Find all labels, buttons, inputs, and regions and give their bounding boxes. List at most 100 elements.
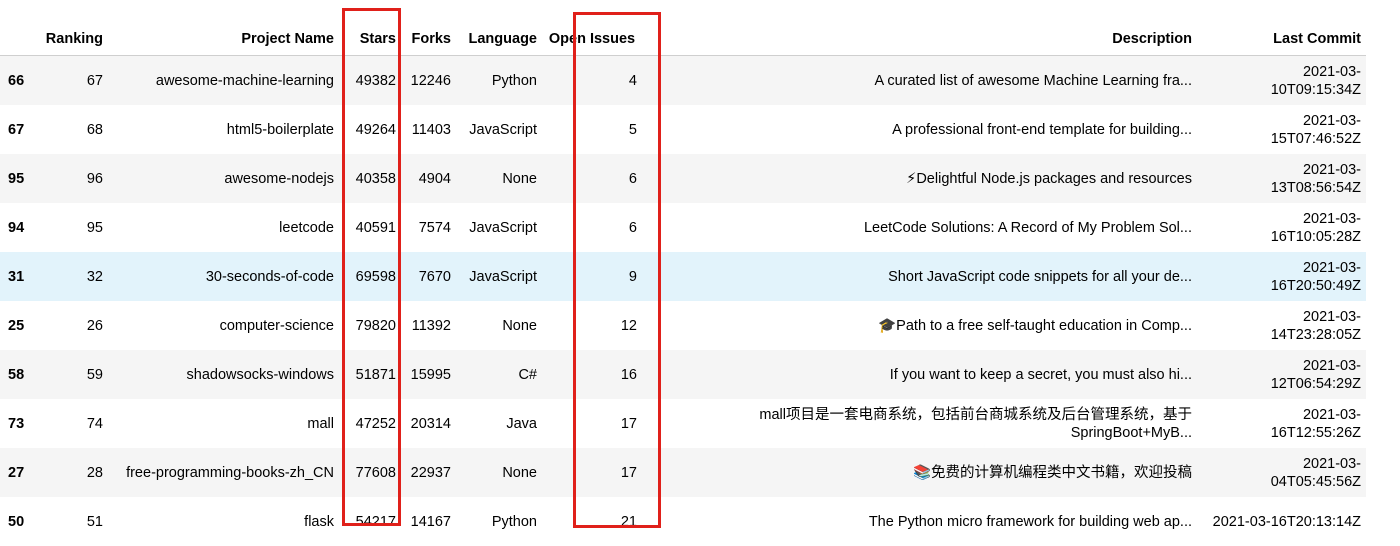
cell-open-issues: 4 [628, 72, 637, 89]
table-row[interactable]: 67 68 html5-boilerplate 49264 11403 JavaScrip… [0, 105, 1366, 154]
header-forks[interactable]: Forks [401, 0, 456, 56]
cell-description: The Python micro framework for building … [868, 513, 1192, 530]
row-index: 25 [8, 317, 25, 334]
row-index: 31 [8, 268, 25, 285]
cell-project-name: free-programming-books-zh_CN [126, 464, 334, 481]
cell-stars: 54217 [355, 513, 396, 530]
row-index: 95 [8, 170, 25, 187]
table-row[interactable]: 25 26 computer-science 79820 11392 None 12 🎓Pat… [0, 301, 1366, 350]
cell-language: Python [491, 513, 537, 530]
cell-last-commit: 2021-03-16T20:13:14Z [1212, 513, 1361, 530]
cell-open-issues: 16 [620, 366, 637, 383]
cell-language: JavaScript [469, 121, 537, 138]
cell-language: Java [506, 415, 537, 432]
row-index: 73 [8, 415, 25, 432]
cell-open-issues: 9 [628, 268, 637, 285]
cell-stars: 51871 [355, 366, 396, 383]
cell-project-name: shadowsocks-windows [186, 366, 334, 383]
cell-language: Python [491, 72, 537, 89]
cell-last-commit: 2021-03- 12T06:54:29Z [1270, 357, 1361, 392]
cell-project-name: html5-boilerplate [226, 121, 334, 138]
cell-ranking: 68 [86, 121, 103, 138]
header-ranking[interactable]: Ranking [40, 0, 108, 56]
cell-project-name: 30-seconds-of-code [205, 268, 334, 285]
cell-description: 📚免费的计算机编程类中文书籍，欢迎投稿 [912, 464, 1192, 481]
header-row: Ranking Project Name Stars Forks Languag… [0, 0, 1366, 56]
cell-forks: 12246 [410, 72, 451, 89]
repositories-table: Ranking Project Name Stars Forks Languag… [0, 0, 1366, 546]
row-index: 67 [8, 121, 25, 138]
cell-description: 🎓Path to a free self-taught education in… [878, 317, 1192, 334]
cell-stars: 77608 [355, 464, 396, 481]
cell-description: ⚡Delightful Node.js packages and resourc… [906, 170, 1192, 187]
header-language[interactable]: Language [456, 0, 542, 56]
cell-ranking: 59 [86, 366, 103, 383]
cell-ranking: 95 [86, 219, 103, 236]
cell-ranking: 28 [86, 464, 103, 481]
table-row[interactable]: 50 51 flask 54217 14167 Python 21 The Python mi… [0, 497, 1366, 546]
cell-project-name: flask [304, 513, 334, 530]
table-row[interactable]: 73 74 mall 47252 20314 Java 17 mall项目是一套电商系统，包括… [0, 399, 1366, 448]
cell-last-commit: 2021-03- 16T10:05:28Z [1270, 210, 1361, 245]
cell-project-name: awesome-machine-learning [155, 72, 334, 89]
cell-forks: 7670 [418, 268, 451, 285]
cell-stars: 47252 [355, 415, 396, 432]
cell-forks: 14167 [410, 513, 451, 530]
cell-stars: 69598 [355, 268, 396, 285]
cell-stars: 79820 [355, 317, 396, 334]
cell-open-issues: 12 [620, 317, 637, 334]
cell-language: None [502, 170, 537, 187]
cell-stars: 40358 [355, 170, 396, 187]
row-index: 94 [8, 219, 25, 236]
cell-ranking: 32 [86, 268, 103, 285]
cell-last-commit: 2021-03- 16T12:55:26Z [1270, 406, 1361, 441]
header-description[interactable]: Description [642, 0, 1197, 56]
header-project-name[interactable]: Project Name [108, 0, 339, 56]
cell-last-commit: 2021-03- 16T20:50:49Z [1270, 259, 1361, 294]
cell-forks: 22937 [410, 464, 451, 481]
cell-project-name: mall [307, 415, 334, 432]
header-last-commit[interactable]: Last Commit [1197, 0, 1366, 56]
cell-language: JavaScript [469, 219, 537, 236]
cell-ranking: 51 [86, 513, 103, 530]
cell-last-commit: 2021-03- 13T08:56:54Z [1270, 161, 1361, 196]
cell-stars: 49264 [355, 121, 396, 138]
cell-open-issues: 17 [620, 464, 637, 481]
cell-forks: 11403 [411, 121, 451, 138]
cell-stars: 40591 [355, 219, 396, 236]
cell-open-issues: 6 [628, 170, 637, 187]
cell-open-issues: 5 [628, 121, 637, 138]
cell-open-issues: 6 [628, 219, 637, 236]
cell-forks: 7574 [418, 219, 451, 236]
header-index [0, 0, 40, 56]
cell-last-commit: 2021-03- 14T23:28:05Z [1270, 308, 1361, 343]
row-index: 66 [8, 72, 25, 89]
cell-language: None [502, 464, 537, 481]
cell-language: None [502, 317, 537, 334]
cell-description: A professional front-end template for bu… [892, 121, 1192, 138]
cell-description: If you want to keep a secret, you must a… [889, 366, 1192, 383]
table-row[interactable]: 27 28 free-programming-books-zh_CN 77608 229… [0, 448, 1366, 497]
cell-open-issues: 17 [620, 415, 637, 432]
cell-forks: 15995 [410, 366, 451, 383]
row-index: 50 [8, 513, 25, 530]
cell-last-commit: 2021-03- 04T05:45:56Z [1270, 455, 1361, 490]
table-row[interactable]: 94 95 leetcode 40591 7574 JavaScript 6 LeetCode… [0, 203, 1366, 252]
cell-forks: 4904 [418, 170, 451, 187]
cell-project-name: leetcode [279, 219, 334, 236]
table-row[interactable]: 66 67 awesome-machine-learning 49382 12246 Py… [0, 55, 1366, 105]
cell-last-commit: 2021-03- 10T09:15:34Z [1270, 63, 1361, 98]
cell-description: mall项目是一套电商系统，包括前台商城系统及后台管理系统，基于SpringBo… [759, 406, 1192, 441]
cell-forks: 20314 [410, 415, 451, 432]
table-row[interactable]: 95 96 awesome-nodejs 40358 4904 None 6 ⚡Delight… [0, 154, 1366, 203]
cell-language: JavaScript [469, 268, 537, 285]
cell-description: LeetCode Solutions: A Record of My Probl… [863, 219, 1192, 236]
cell-project-name: awesome-nodejs [224, 170, 334, 187]
table-row[interactable]: 31 32 30-seconds-of-code 69598 7670 JavaScrip… [0, 252, 1366, 301]
header-open-issues[interactable]: Open Issues [542, 0, 642, 56]
header-stars[interactable]: Stars [339, 0, 401, 56]
table-row[interactable]: 58 59 shadowsocks-windows 51871 15995 C# 16 If … [0, 350, 1366, 399]
cell-ranking: 96 [86, 170, 103, 187]
cell-ranking: 26 [86, 317, 103, 334]
row-index: 58 [8, 366, 25, 383]
